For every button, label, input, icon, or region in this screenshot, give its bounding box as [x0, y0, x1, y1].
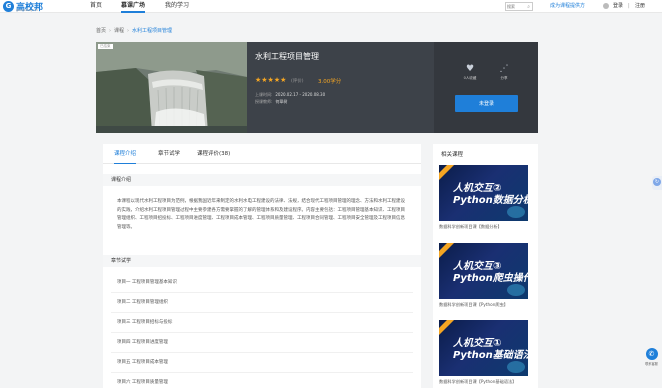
login-register-divider: | — [628, 3, 630, 9]
thumb-decoration — [507, 284, 525, 296]
ribbon-badge — [439, 165, 455, 182]
search-input[interactable] — [507, 3, 525, 10]
related-course-thumbnail: 人机交互② Python数据分析。 — [439, 165, 528, 221]
chapter-item[interactable]: 项目三 工程项目招标与投标 — [111, 315, 413, 333]
thumb-decoration — [507, 206, 525, 218]
course-title: 水利工程项目管理 — [255, 52, 319, 61]
chapter-item[interactable]: 项目六 工程项目质量管理 — [111, 375, 413, 388]
logo-icon: G — [3, 1, 14, 12]
course-action-panel: ♥ 0人收藏 ⋰ 分享 未登录 — [434, 42, 538, 133]
nav-mooc-square[interactable]: 慕课广场 — [121, 0, 146, 13]
nav-my-learning[interactable]: 我的学习 — [165, 0, 189, 13]
top-navigation-bar: G 高校邦 gaoxiaobang.com 首页 慕课广场 我的学习 ⌕ 成为课… — [0, 0, 662, 13]
chapter-item[interactable]: 项目五 工程项目成本管理 — [111, 355, 413, 373]
breadcrumb-separator: › — [109, 28, 112, 34]
course-teacher-row: 授课教师: 何翠树 — [255, 99, 287, 105]
side-float-widget[interactable]: ↻ — [652, 176, 662, 190]
enroll-button[interactable]: 未登录 — [455, 95, 518, 112]
thumb-decoration — [507, 361, 525, 373]
related-course-thumbnail: 人机交互① Python基础语法。 — [439, 320, 528, 376]
time-value: 2020.02.17 - 2020.08.30 — [275, 92, 326, 97]
headset-icon: ✆ — [645, 348, 658, 360]
breadcrumb-courses[interactable]: 课程 — [114, 28, 124, 34]
course-detail-panel: 课程介绍 章节试学 课程评价(38) 课程介绍 本课程以现代水利工程项目为范例，… — [103, 144, 421, 388]
breadcrumb-separator: › — [127, 28, 130, 34]
site-logo[interactable]: G 高校邦 gaoxiaobang.com — [3, 1, 63, 13]
customer-service-widget[interactable]: ✆ 联系客服 — [641, 348, 662, 376]
chapter-item[interactable]: 项目四 工程项目进度管理 — [111, 335, 413, 353]
related-courses-panel: 相关课程 人机交互② Python数据分析。 数据科学创新项目课【数据分析】 人… — [433, 144, 538, 388]
course-tabs: 课程介绍 章节试学 课程评价(38) — [103, 144, 421, 164]
course-time-row: 上课时间: 2020.02.17 - 2020.08.30 — [255, 92, 325, 98]
breadcrumb-home[interactable]: 首页 — [96, 28, 106, 34]
chapter-item[interactable]: 项目一 工程项目管理基本知识 — [111, 275, 413, 293]
thumb-title-line2: Python基础语法。 — [453, 350, 528, 361]
user-avatar-icon — [603, 3, 609, 9]
time-label: 上课时间: — [255, 92, 273, 97]
heart-icon: ♥ — [465, 64, 475, 74]
tab-chapter-trial[interactable]: 章节试学 — [158, 144, 180, 164]
breadcrumb-current: 水利工程项目管理 — [132, 28, 173, 34]
nav-home[interactable]: 首页 — [90, 0, 102, 13]
intro-text: 本课程以现代水利工程项目为范例，根据我国近年来制定的水利水电工程建设的法律、法规… — [117, 199, 405, 230]
share-icon: ⋰ — [499, 64, 509, 74]
teacher-value[interactable]: 何翠树 — [275, 99, 287, 104]
tab-course-intro[interactable]: 课程介绍 — [114, 144, 137, 164]
related-heading: 相关课程 — [441, 152, 464, 158]
logo-subtext: gaoxiaobang.com — [16, 9, 39, 12]
share-label: 分享 — [500, 76, 508, 80]
related-course-caption: 数据科学创新项目课【Python爬虫】 — [439, 302, 508, 307]
register-link[interactable]: 注册 — [635, 0, 645, 13]
related-course-caption: 数据科学创新项目课【Python基础语法】 — [439, 379, 517, 384]
customer-service-label: 联系客服 — [645, 362, 658, 366]
search-box[interactable]: ⌕ — [505, 2, 533, 11]
become-provider-link[interactable]: 成为课程提供方 — [550, 0, 585, 13]
intro-heading: 课程介绍 — [103, 174, 421, 186]
share-button[interactable]: ⋰ 分享 — [494, 64, 514, 81]
course-cover-image: 已结束 — [96, 42, 247, 133]
related-course-caption: 数据科学创新项目课【数据分析】 — [439, 224, 502, 229]
rating-count[interactable]: (评价) — [291, 78, 304, 84]
teacher-label: 授课教师: — [255, 99, 273, 104]
course-header-card: 已结束 水利工程项目管理 ★★★★★ (评价) 3.00学分 101 人学习 上… — [96, 42, 538, 133]
course-credits: 3.00学分 — [318, 79, 342, 85]
refresh-icon: ↻ — [653, 178, 661, 186]
ribbon-badge — [439, 320, 455, 337]
chapter-item[interactable]: 项目二 工程项目管理组织 — [111, 295, 413, 313]
thumb-title-line2: Python数据分析。 — [453, 195, 528, 206]
course-status-tag: 已结束 — [98, 44, 113, 49]
dam-illustration — [96, 42, 247, 133]
favorite-button[interactable]: ♥ 0人收藏 — [460, 64, 480, 81]
tab-course-reviews[interactable]: 课程评价(38) — [197, 144, 230, 164]
favorite-label: 0人收藏 — [463, 76, 477, 80]
rating-stars: ★★★★★ — [255, 76, 287, 84]
login-link[interactable]: 登录 — [613, 0, 623, 13]
thumb-title-line2: Python爬虫操作。 — [453, 273, 528, 284]
search-icon[interactable]: ⌕ — [527, 4, 530, 10]
chapters-heading: 章节试学 — [103, 255, 421, 267]
related-course-thumbnail: 人机交互③ Python爬虫操作。 — [439, 243, 528, 299]
ribbon-badge — [439, 243, 455, 260]
breadcrumb: 首页 › 课程 › 水利工程项目管理 — [96, 27, 172, 34]
